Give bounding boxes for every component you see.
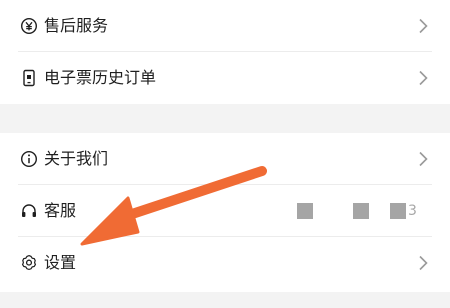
info-icon [20,150,38,168]
chevron-right-icon [419,70,428,86]
chevron-right-icon [419,151,428,167]
pixelated-block [297,203,313,219]
menu-item-after-sales[interactable]: 售后服务 [0,0,450,52]
chevron-right-icon [419,18,428,34]
headset-icon [20,202,38,220]
menu-item-label: 关于我们 [44,149,109,168]
pixelated-block [390,203,406,219]
menu-item-customer-service[interactable]: 客服 3 [0,185,450,237]
menu-item-label: 客服 [44,201,77,220]
pixelated-block [353,203,369,219]
menu-item-about-us[interactable]: 关于我们 [0,133,450,185]
menu-item-label: 设置 [44,253,77,272]
menu-item-settings[interactable]: 设置 [0,237,450,289]
menu-group-1: 售后服务 电子票历史订单 [0,0,450,104]
yen-icon [20,17,38,35]
chevron-right-icon [419,255,428,271]
screen: 售后服务 电子票历史订单 关于我们 客服 3 设置 [0,0,450,308]
gear-icon [20,254,38,272]
pixelated-text: 3 [408,203,417,219]
menu-item-label: 电子票历史订单 [44,68,157,87]
phone-ticket-icon [20,69,38,87]
menu-group-2: 关于我们 客服 3 设置 [0,133,450,292]
menu-item-label: 售后服务 [44,16,109,35]
menu-item-e-ticket-history[interactable]: 电子票历史订单 [0,52,450,104]
